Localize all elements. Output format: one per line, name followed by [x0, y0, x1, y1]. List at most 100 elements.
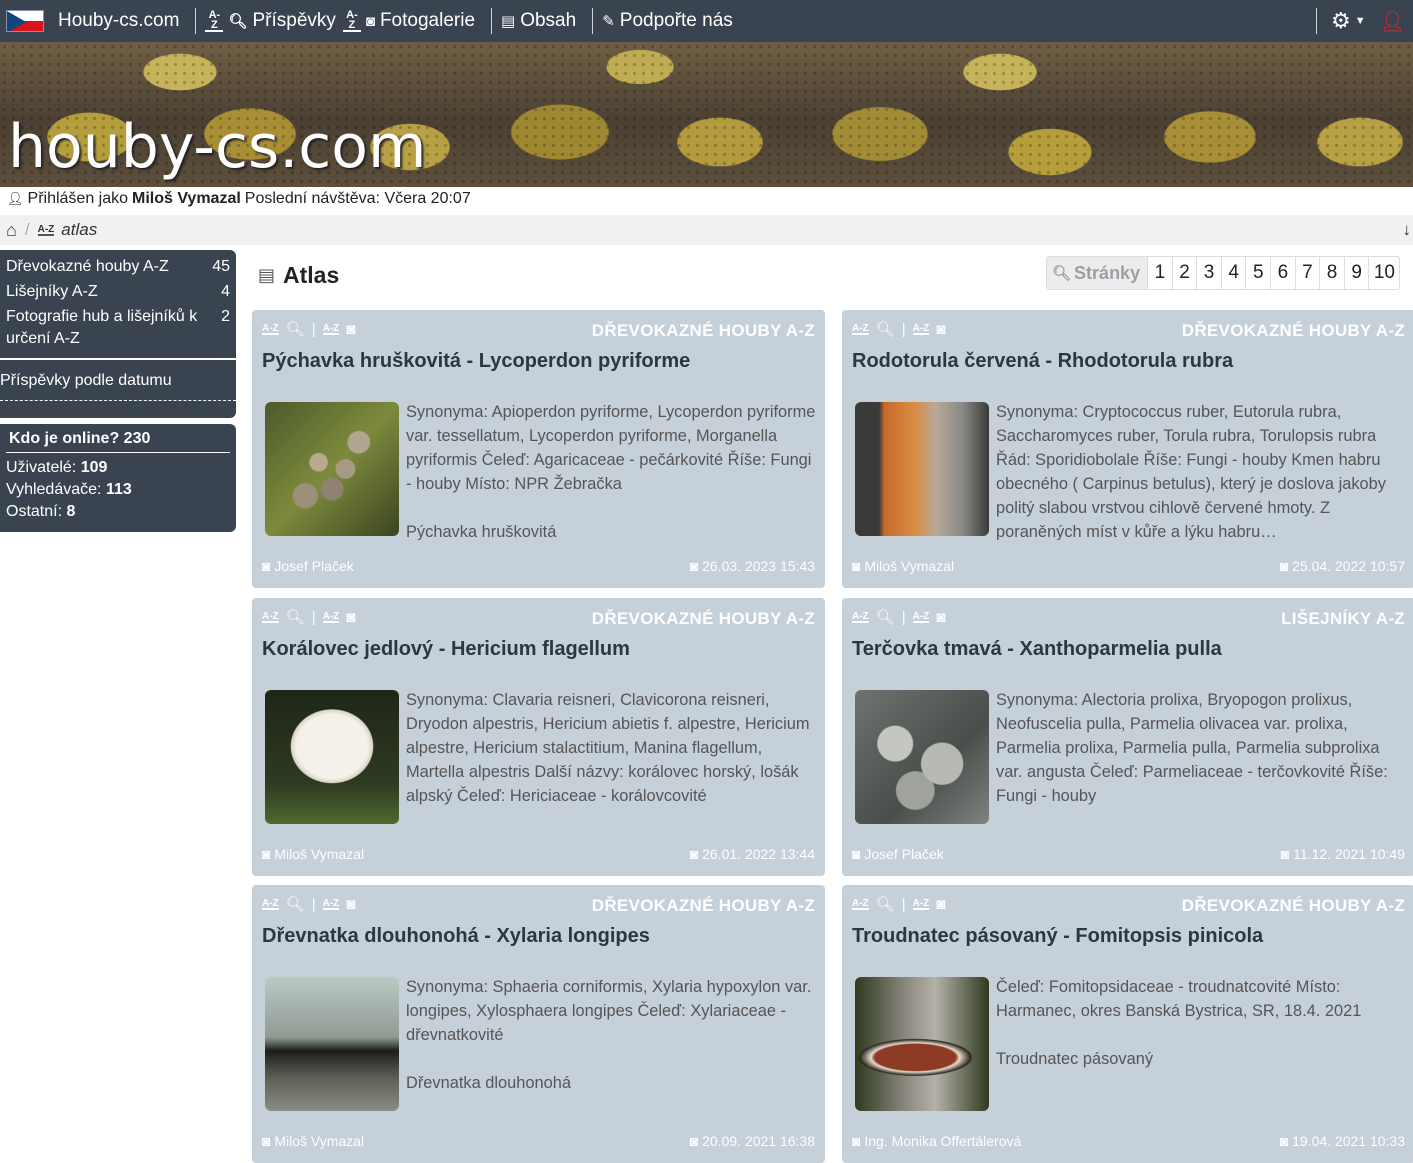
camera-icon[interactable]: ◙	[346, 321, 355, 338]
az-icon: A-Z	[205, 10, 224, 32]
page-link[interactable]: 2	[1173, 257, 1198, 289]
online-widget: Kdo je online? 230 Uživatelé: 109 Vyhled…	[0, 424, 236, 532]
az-icon[interactable]: A-Z	[912, 323, 930, 335]
other-label: Ostatní:	[6, 503, 63, 520]
az-icon: A-Z	[37, 223, 55, 236]
az-icon[interactable]: A-Z	[322, 323, 340, 335]
category-item-drevokazne[interactable]: Dřevokazné houby A-Z 45	[0, 256, 236, 278]
pagination: 🔍︎ Stránky 1 2 3 4 5 6 7 8 9 10	[1046, 256, 1401, 290]
card-thumbnail[interactable]	[265, 402, 399, 536]
az-icon[interactable]: A-Z	[852, 323, 869, 335]
category-label: Fotografie hub a lišejníků k určení A-Z	[6, 308, 198, 347]
card-title[interactable]: Korálovec jedlový - Hericium flagellum	[262, 638, 630, 661]
users-count: 109	[80, 459, 108, 476]
site-home-link[interactable]: Houby-cs.com	[58, 10, 179, 32]
page-title-text: Atlas	[283, 262, 340, 288]
camera-icon[interactable]: ◙	[346, 896, 355, 913]
nav-prispevky[interactable]: A-Z 🔍︎ Příspěvky	[205, 10, 336, 32]
page-link[interactable]: 5	[1246, 257, 1272, 289]
page-link[interactable]: 6	[1271, 257, 1296, 289]
card-title[interactable]: Dřevnatka dlouhonohá - Xylaria longipes	[262, 925, 650, 948]
atlas-card[interactable]: A-Z 🔍︎ | A-Z ◙ LIŠEJNÍKY A-Z Terčovka tma…	[842, 598, 1413, 876]
breadcrumb-current[interactable]: atlas	[61, 220, 97, 240]
card-date: ◙ 26.03. 2023 15:43	[689, 558, 815, 574]
card-thumbnail[interactable]	[855, 977, 989, 1111]
atlas-card[interactable]: A-Z 🔍︎ | A-Z ◙ DŘEVOKAZNÉ HOUBY A-Z Dřevn…	[252, 885, 825, 1163]
az-icon[interactable]: A-Z	[852, 611, 869, 623]
site-logo[interactable]: houby-cs.com	[8, 112, 426, 182]
page-link[interactable]: 7	[1296, 257, 1321, 289]
user-icon[interactable]: 👤︎	[1380, 9, 1405, 34]
az-icon[interactable]: A-Z	[912, 898, 930, 910]
search-icon[interactable]: 🔍︎	[876, 895, 895, 913]
search-icon[interactable]: 🔍︎	[286, 608, 305, 626]
camera-icon[interactable]: ◙	[346, 609, 355, 626]
category-item-fotografie[interactable]: Fotografie hub a lišejníků k určení A-Z …	[0, 306, 236, 350]
card-thumbnail[interactable]	[855, 690, 989, 824]
home-icon[interactable]: ⌂	[6, 220, 17, 241]
category-label: Dřevokazné houby A-Z	[6, 258, 169, 275]
page-link[interactable]: 3	[1197, 257, 1222, 289]
az-icon[interactable]: A-Z	[912, 611, 930, 623]
card-title[interactable]: Troudnatec pásovaný - Fomitopsis pinicol…	[852, 925, 1263, 948]
nav-podporte[interactable]: ✎ Podpořte nás	[602, 10, 733, 32]
card-text: Synonyma: Sphaeria corniformis, Xylaria …	[406, 975, 816, 1115]
page-link[interactable]: 9	[1345, 257, 1370, 289]
az-icon[interactable]: A-Z	[852, 898, 869, 910]
czech-flag-icon[interactable]	[6, 10, 44, 32]
page-link[interactable]: 4	[1222, 257, 1247, 289]
category-item-lisejniky[interactable]: Lišejníky A-Z 4	[0, 281, 236, 303]
page-link[interactable]: 8	[1320, 257, 1345, 289]
card-thumbnail[interactable]	[265, 690, 399, 824]
search-icon[interactable]: 🔍︎	[286, 320, 305, 338]
nav-obsah-label: Obsah	[520, 10, 577, 31]
card-category[interactable]: DŘEVOKAZNÉ HOUBY A-Z	[1182, 896, 1405, 916]
card-category[interactable]: DŘEVOKAZNÉ HOUBY A-Z	[1182, 321, 1405, 341]
nav-obsah[interactable]: ▤ Obsah	[501, 10, 576, 32]
login-username[interactable]: Miloš Vymazal	[132, 190, 241, 208]
page-link[interactable]: 1	[1148, 257, 1173, 289]
camera-icon[interactable]: ◙	[936, 609, 945, 626]
atlas-card[interactable]: A-Z 🔍︎ | A-Z ◙ DŘEVOKAZNÉ HOUBY A-Z Korál…	[252, 598, 825, 876]
chevron-down-icon[interactable]: ▼	[1355, 15, 1366, 27]
card-actions: A-Z 🔍︎ | A-Z ◙	[852, 895, 946, 913]
camera-icon[interactable]: ◙	[936, 321, 945, 338]
az-icon[interactable]: A-Z	[322, 611, 340, 623]
card-date: ◙ 26.01. 2022 13:44	[689, 846, 815, 862]
card-thumbnail[interactable]	[265, 977, 399, 1111]
az-icon[interactable]: A-Z	[262, 898, 279, 910]
download-icon[interactable]: ↓	[1403, 220, 1412, 240]
card-title[interactable]: Rodotorula červená - Rhodotorula rubra	[852, 350, 1233, 373]
az-icon[interactable]: A-Z	[262, 323, 279, 335]
search-icon[interactable]: 🔍︎	[286, 895, 305, 913]
document-icon: ▤	[258, 265, 276, 285]
breadcrumb: ⌂ / A-Z atlas ↓	[0, 215, 1413, 245]
search-icon[interactable]: 🔍︎	[876, 608, 895, 626]
az-icon[interactable]: A-Z	[262, 611, 279, 623]
atlas-card[interactable]: A-Z 🔍︎ | A-Z ◙ DŘEVOKAZNÉ HOUBY A-Z Troud…	[842, 885, 1413, 1163]
card-category[interactable]: LIŠEJNÍKY A-Z	[1281, 609, 1405, 629]
page-link[interactable]: 10	[1369, 257, 1399, 289]
nav-fotogalerie[interactable]: A-Z ◙ Fotogalerie	[342, 10, 475, 32]
gear-icon[interactable]: ⚙	[1331, 8, 1351, 34]
card-actions: A-Z 🔍︎ | A-Z ◙	[852, 608, 946, 626]
card-category[interactable]: DŘEVOKAZNÉ HOUBY A-Z	[592, 609, 815, 629]
atlas-card[interactable]: A-Z 🔍︎ | A-Z ◙ DŘEVOKAZNÉ HOUBY A-Z Rodot…	[842, 310, 1413, 588]
camera-icon[interactable]: ◙	[936, 896, 945, 913]
card-title[interactable]: Terčovka tmavá - Xanthoparmelia pulla	[852, 638, 1222, 661]
atlas-card[interactable]: A-Z 🔍︎ | A-Z ◙ DŘEVOKAZNÉ HOUBY A-Z Pýcha…	[252, 310, 825, 588]
card-title[interactable]: Pýchavka hruškovitá - Lycoperdon pyrifor…	[262, 350, 690, 373]
card-actions: A-Z 🔍︎ | A-Z ◙	[852, 320, 946, 338]
camera-icon: ◙	[262, 846, 275, 862]
card-category[interactable]: DŘEVOKAZNÉ HOUBY A-Z	[592, 321, 815, 341]
last-visit: Poslední návštěva: Včera 20:07	[244, 190, 471, 207]
card-thumbnail[interactable]	[855, 402, 989, 536]
card-category[interactable]: DŘEVOKAZNÉ HOUBY A-Z	[592, 896, 815, 916]
card-author: ◙ Josef Plaček	[852, 846, 944, 862]
camera-icon: ◙	[852, 1133, 865, 1149]
login-status: 👤︎ Přihlášen jako Miloš Vymazal Poslední…	[0, 187, 1413, 211]
posts-by-date-link[interactable]: Příspěvky podle datumu	[0, 360, 236, 401]
az-icon[interactable]: A-Z	[322, 898, 340, 910]
category-count: 2	[221, 308, 230, 325]
search-icon[interactable]: 🔍︎	[876, 320, 895, 338]
